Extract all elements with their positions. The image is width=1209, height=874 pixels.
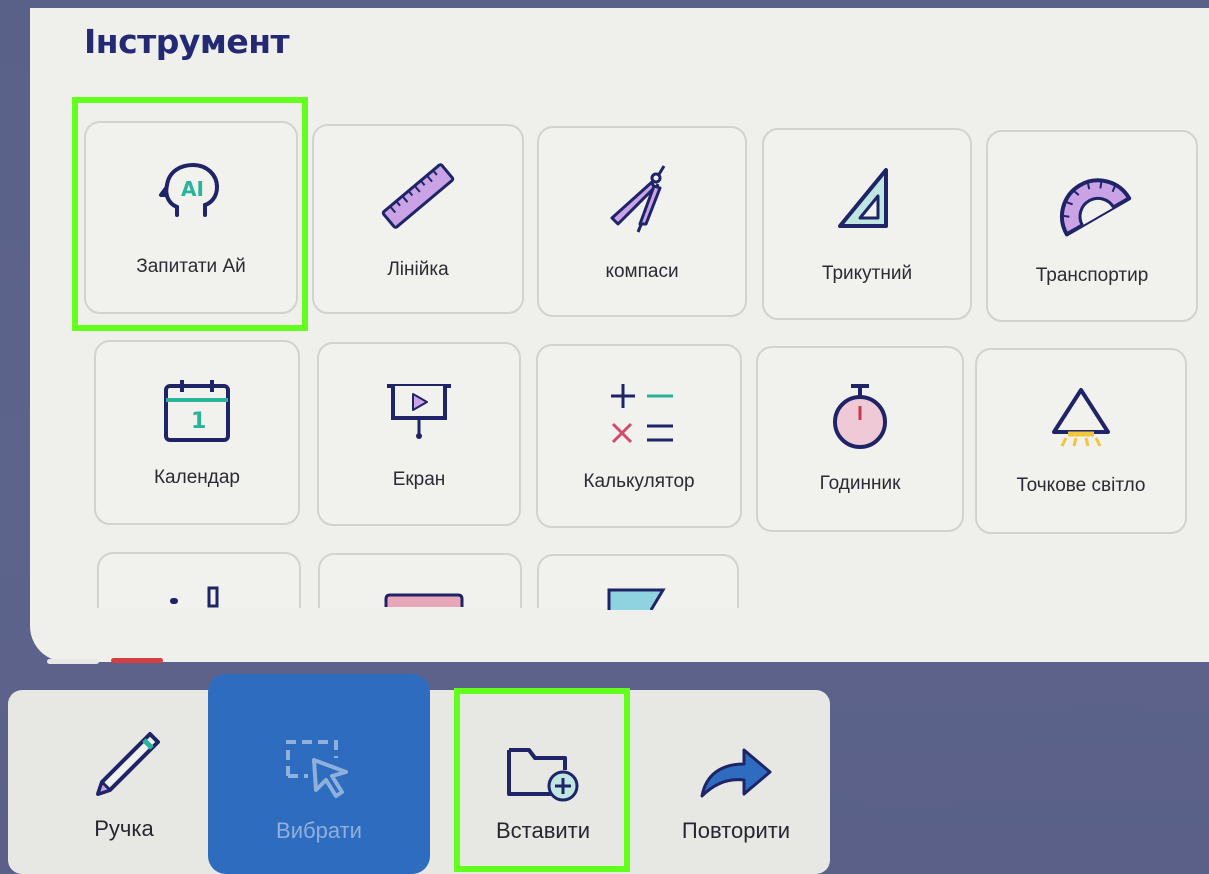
tool-calculator[interactable]: Калькулятор [536,344,742,528]
redo-arrow-icon [648,738,824,802]
tool-partial-1[interactable] [97,552,301,608]
window-tool-icon [384,593,464,607]
tool-spotlight[interactable]: Точкове світло [975,348,1187,534]
ai-head-icon: AI [86,157,296,227]
triangle-icon [764,164,970,234]
tool-protractor[interactable]: Транспортир [986,130,1198,322]
pen-icon [40,726,208,806]
tool-label: Транспортир [1035,265,1149,286]
tool-screen[interactable]: Екран [317,342,521,526]
spotlight-icon [977,384,1185,454]
tool-calendar[interactable]: 1 Календар [94,340,300,525]
svg-text:1: 1 [191,409,206,434]
tool-label: компаси [605,261,679,282]
tool-stopwatch[interactable]: Годинник [756,346,964,532]
tool-triangle[interactable]: Трикутний [762,128,972,320]
stopwatch-icon [758,382,962,452]
folder-add-icon [460,738,626,804]
tool-label: Лінійка [387,259,449,280]
panel-title: Інструмент [84,22,290,61]
tool-ask-ai[interactable]: AI Запитати Ай [84,121,298,314]
pen-button[interactable]: Ручка [40,690,208,874]
chart-tool-icon [170,586,219,608]
calendar-icon: 1 [96,376,298,446]
page-indicator-dot-active[interactable] [111,658,163,663]
tool-partial-2[interactable] [318,553,522,608]
redo-label: Повторити [681,818,791,843]
tool-label: Трикутний [821,263,913,284]
tool-compass[interactable]: компаси [537,126,747,317]
tool-label: Годинник [819,473,901,494]
redo-button[interactable]: Повторити [648,690,824,874]
tool-label: Запитати Ай [136,256,246,277]
screen-icon [319,378,519,448]
tool-label: Екран [392,469,446,490]
flag-tool-icon [607,588,666,611]
pen-label: Ручка [94,816,154,841]
select-icon [208,732,430,800]
compass-icon [539,162,745,233]
tool-label: Календар [153,467,240,488]
insert-label: Вставити [495,818,591,843]
tool-partial-3[interactable] [537,554,739,611]
calculator-icon [538,380,740,450]
svg-text:AI: AI [181,177,204,201]
ruler-icon [314,160,522,230]
page-indicator-dot[interactable] [47,659,99,664]
tool-ruler[interactable]: Лінійка [312,124,524,314]
tool-label: Точкове світло [1016,475,1146,496]
protractor-icon [988,166,1196,237]
insert-button[interactable]: Вставити [460,690,626,874]
select-label: Вибрати [276,818,362,843]
select-button[interactable]: Вибрати [208,674,430,874]
tool-label: Калькулятор [583,471,695,492]
